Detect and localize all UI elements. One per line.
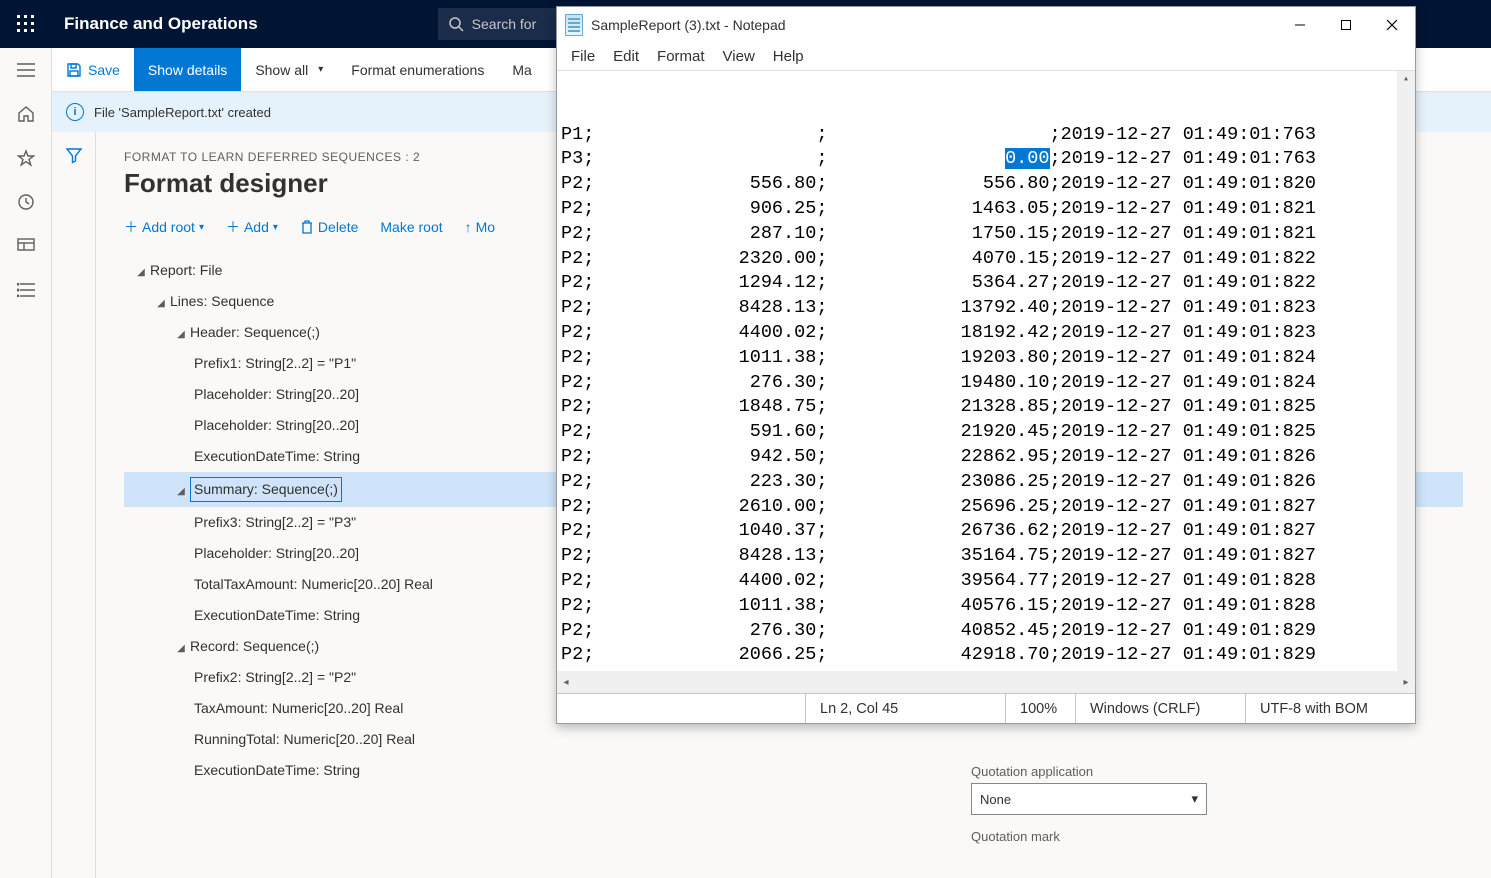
caret-icon: ◢ bbox=[154, 296, 168, 311]
chevron-down-icon: ▾ bbox=[318, 64, 323, 75]
minimize-button[interactable] bbox=[1277, 7, 1323, 43]
notepad-title: SampleReport (3).txt - Notepad bbox=[591, 17, 786, 33]
show-details-button[interactable]: Show details bbox=[134, 48, 241, 91]
plus-icon: ＋ bbox=[226, 217, 240, 237]
caret-icon: ◢ bbox=[174, 327, 188, 342]
caret-icon: ◢ bbox=[174, 641, 188, 656]
menu-view[interactable]: View bbox=[723, 48, 755, 65]
tree-node-running-total[interactable]: RunningTotal: Numeric[20..20] Real bbox=[124, 724, 1463, 755]
notepad-window: SampleReport (3).txt - Notepad File Edit… bbox=[556, 6, 1416, 724]
search-box[interactable]: Search for bbox=[438, 8, 568, 40]
save-label: Save bbox=[88, 62, 120, 78]
workspace-icon[interactable] bbox=[16, 236, 36, 256]
maximize-button[interactable] bbox=[1323, 7, 1369, 43]
notepad-menu: File Edit Format View Help bbox=[557, 43, 1415, 71]
app-launcher-icon[interactable] bbox=[0, 0, 52, 48]
caret-icon: ◢ bbox=[134, 265, 148, 280]
status-encoding: UTF-8 with BOM bbox=[1245, 694, 1415, 723]
add-button[interactable]: ＋Add▾ bbox=[226, 217, 278, 237]
vertical-scrollbar[interactable]: ▴ bbox=[1397, 71, 1415, 671]
filter-column bbox=[52, 132, 96, 878]
make-root-button[interactable]: Make root bbox=[380, 219, 442, 235]
quotation-application-select[interactable]: None ▾ bbox=[971, 783, 1207, 815]
menu-help[interactable]: Help bbox=[773, 48, 804, 65]
trash-icon bbox=[300, 219, 314, 235]
app-name: Finance and Operations bbox=[52, 14, 258, 34]
modules-icon[interactable] bbox=[16, 280, 36, 300]
recent-icon[interactable] bbox=[16, 192, 36, 212]
hamburger-icon[interactable] bbox=[16, 60, 36, 80]
info-message: File 'SampleReport.txt' created bbox=[94, 105, 271, 120]
filter-icon[interactable] bbox=[65, 146, 83, 878]
notepad-text-area[interactable]: P1; ; ;2019-12-27 01:49:01:763P3; ; 0.00… bbox=[557, 71, 1415, 671]
tree-node-exec-dt[interactable]: ExecutionDateTime: String bbox=[124, 755, 1463, 786]
format-enumerations-button[interactable]: Format enumerations bbox=[337, 48, 498, 91]
left-rail bbox=[0, 48, 52, 878]
menu-edit[interactable]: Edit bbox=[613, 48, 639, 65]
plus-icon: ＋ bbox=[124, 217, 138, 237]
delete-button[interactable]: Delete bbox=[300, 219, 358, 235]
close-button[interactable] bbox=[1369, 7, 1415, 43]
chevron-down-icon: ▾ bbox=[199, 222, 204, 233]
caret-icon: ◢ bbox=[174, 484, 188, 499]
search-icon bbox=[448, 16, 464, 32]
status-cursor: Ln 2, Col 45 bbox=[805, 694, 1005, 723]
add-root-button[interactable]: ＋Add root▾ bbox=[124, 217, 204, 237]
horizontal-scrollbar[interactable]: ◂▸ bbox=[557, 671, 1415, 693]
properties-panel: Quotation application None ▾ Quotation m… bbox=[971, 764, 1231, 848]
chevron-down-icon: ▾ bbox=[273, 222, 278, 233]
move-button[interactable]: ↑Mo bbox=[465, 219, 495, 235]
star-icon[interactable] bbox=[16, 148, 36, 168]
search-placeholder: Search for bbox=[472, 16, 537, 32]
save-button[interactable]: Save bbox=[52, 48, 134, 91]
status-eol: Windows (CRLF) bbox=[1075, 694, 1245, 723]
menu-file[interactable]: File bbox=[571, 48, 595, 65]
notepad-app-icon bbox=[565, 14, 583, 36]
status-zoom: 100% bbox=[1005, 694, 1075, 723]
mapping-button[interactable]: Ma bbox=[498, 48, 545, 91]
quotation-application-label: Quotation application bbox=[971, 764, 1231, 779]
notepad-statusbar: Ln 2, Col 45 100% Windows (CRLF) UTF-8 w… bbox=[557, 693, 1415, 723]
home-icon[interactable] bbox=[16, 104, 36, 124]
notepad-titlebar[interactable]: SampleReport (3).txt - Notepad bbox=[557, 7, 1415, 43]
arrow-up-icon: ↑ bbox=[465, 219, 472, 235]
quotation-mark-label: Quotation mark bbox=[971, 829, 1231, 844]
show-all-button[interactable]: Show all▾ bbox=[241, 48, 337, 91]
info-icon: i bbox=[66, 103, 84, 121]
menu-format[interactable]: Format bbox=[657, 48, 705, 65]
chevron-down-icon: ▾ bbox=[1191, 791, 1198, 807]
